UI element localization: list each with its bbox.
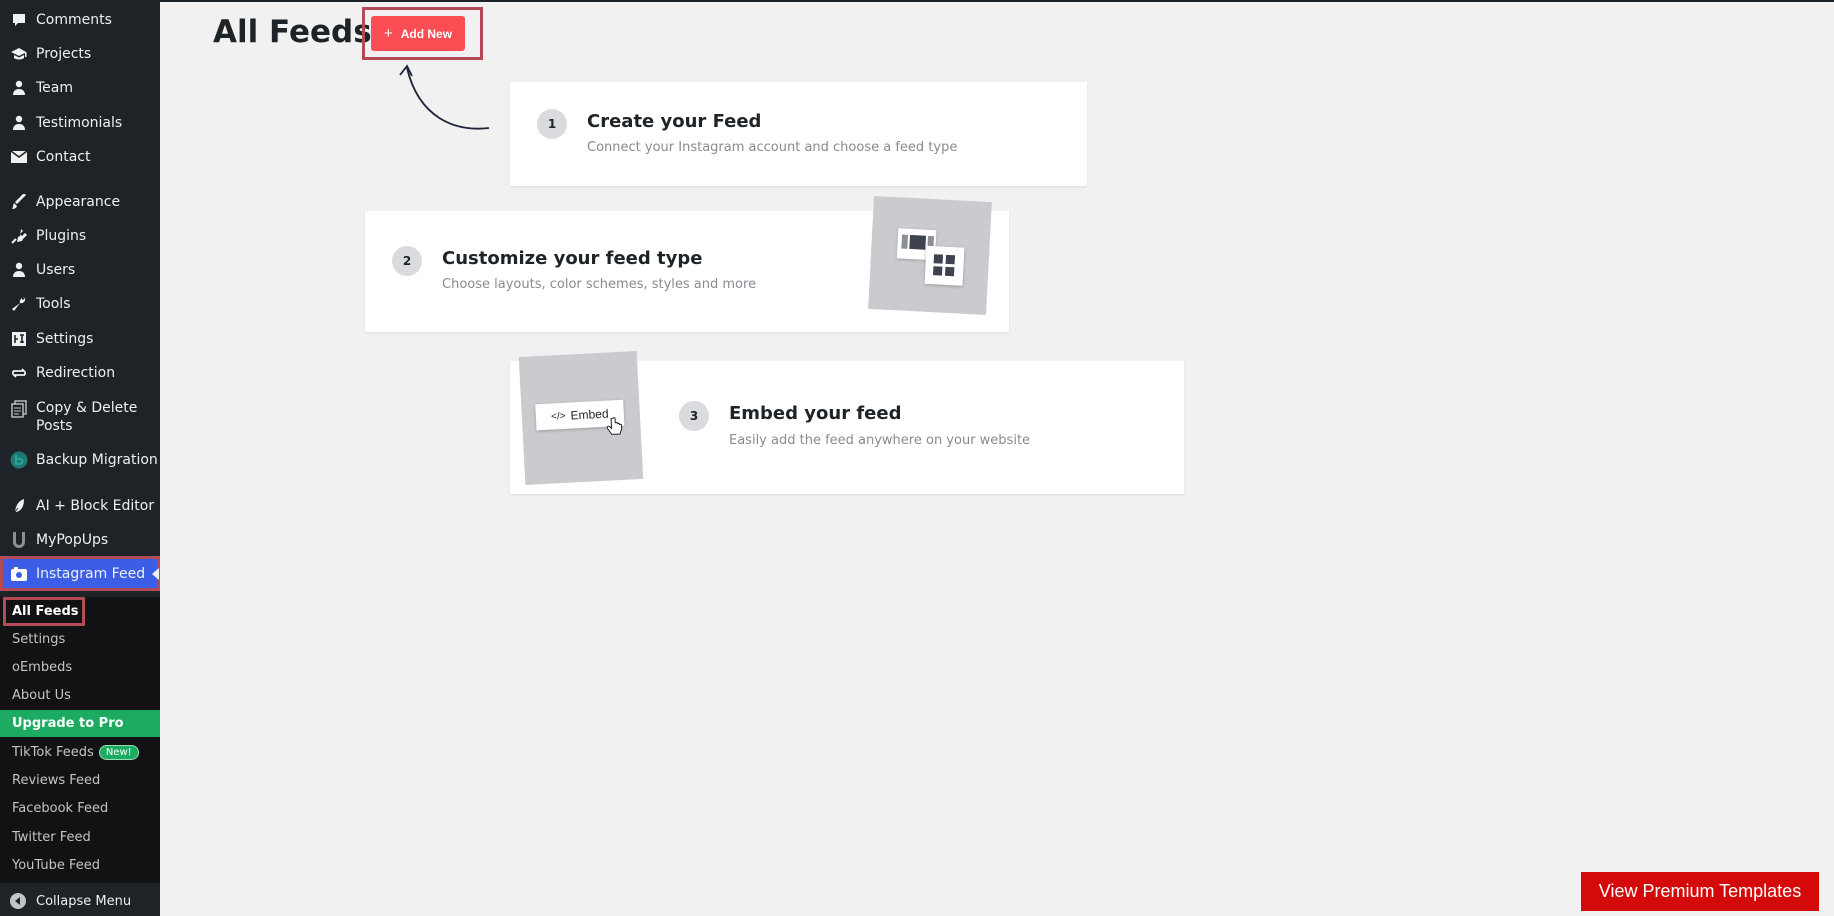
menu-item-tools[interactable]: Tools [0,289,160,319]
submenu-all-feeds[interactable]: All Feeds [0,597,160,626]
step-description: Connect your Instagram account and choos… [587,140,958,155]
embed-label: Embed [570,406,609,423]
submenu-settings[interactable]: Settings [0,626,160,652]
step-number: 1 [537,109,567,139]
camera-icon [8,564,30,584]
embed-illustration: </> Embed [518,350,644,486]
settings-icon [8,329,30,349]
menu-item-settings[interactable]: Settings [0,324,160,354]
menu-item-redirection[interactable]: Redirection [0,358,160,388]
submenu-about-us[interactable]: About Us [0,682,160,708]
backup-icon [8,450,30,470]
collapse-menu-button[interactable]: Collapse Menu [0,886,160,916]
step-description: Choose layouts, color schemes, styles an… [442,277,757,292]
submenu-tiktok-feeds[interactable]: TikTok Feeds New! [0,739,160,765]
step-title: Customize your feed type [442,248,703,269]
submenu-twitter-feed[interactable]: Twitter Feed [0,824,160,850]
user-icon [8,260,30,280]
grid-layout-icon [924,245,965,286]
collapse-menu-label: Collapse Menu [36,893,132,909]
envelope-icon [8,147,30,167]
step-title: Embed your feed [729,403,902,424]
page-title: All Feeds [213,14,372,50]
submenu-upgrade-to-pro[interactable]: Upgrade to Pro [0,710,160,737]
menu-item-backup-migration[interactable]: Backup Migration [0,445,160,475]
active-menu-arrow [152,568,159,580]
menu-item-testimonials[interactable]: Testimonials [0,108,160,138]
add-new-label: Add New [400,26,453,41]
menu-item-plugins[interactable]: Plugins [0,221,160,251]
user-icon [8,78,30,98]
menu-item-copy-delete-posts[interactable]: Copy & Delete Posts [0,395,160,439]
wrench-icon [8,294,30,314]
redirect-icon [8,363,30,383]
user-icon [8,113,30,133]
menu-item-team[interactable]: Team [0,73,160,103]
collapse-icon [9,892,27,910]
menu-item-contact[interactable]: Contact [0,142,160,172]
menu-item-comments[interactable]: Comments [0,5,160,35]
new-badge: New! [98,744,139,760]
hand-cursor-icon [606,417,623,435]
step-title: Create your Feed [587,111,762,132]
layout-illustration [868,195,992,316]
submenu-reviews-feed[interactable]: Reviews Feed [0,767,160,793]
step-number: 3 [679,401,709,431]
submenu-oembeds[interactable]: oEmbeds [0,654,160,680]
pen-icon [8,496,30,516]
menu-item-instagram-feed[interactable]: Instagram Feed [0,558,160,590]
admin-sidebar: Comments Projects Team Testimonials Cont… [0,0,160,916]
view-premium-templates-button[interactable]: View Premium Templates [1581,872,1819,911]
menu-item-ai-block-editor[interactable]: AI + Block Editor [0,491,160,521]
menu-item-users[interactable]: Users [0,255,160,285]
step-number: 2 [392,246,422,276]
plugin-icon [8,226,30,246]
submenu-facebook-feed[interactable]: Facebook Feed [0,795,160,821]
mypopups-icon [8,530,30,550]
code-icon: </> [550,410,566,423]
graduation-cap-icon [8,44,30,64]
add-new-button[interactable]: + Add New [371,16,465,51]
submenu-youtube-feed[interactable]: YouTube Feed [0,852,160,878]
menu-item-appearance[interactable]: Appearance [0,187,160,217]
comment-icon [8,10,30,30]
copy-icon [8,399,30,419]
submenu-tiktok-label: TikTok Feeds [12,744,94,760]
instagram-feed-submenu: All Feeds Settings oEmbeds About Us Upgr… [0,597,160,883]
plus-icon: + [383,25,393,42]
curved-arrow-icon [399,64,490,130]
menu-item-projects[interactable]: Projects [0,39,160,69]
admin-bar-edge [160,0,1834,2]
paintbrush-icon [8,192,30,212]
menu-item-mypopups[interactable]: MyPopUps [0,525,160,555]
step-description: Easily add the feed anywhere on your web… [729,433,1031,448]
step-card-create-feed: 1 Create your Feed Connect your Instagra… [510,82,1087,186]
